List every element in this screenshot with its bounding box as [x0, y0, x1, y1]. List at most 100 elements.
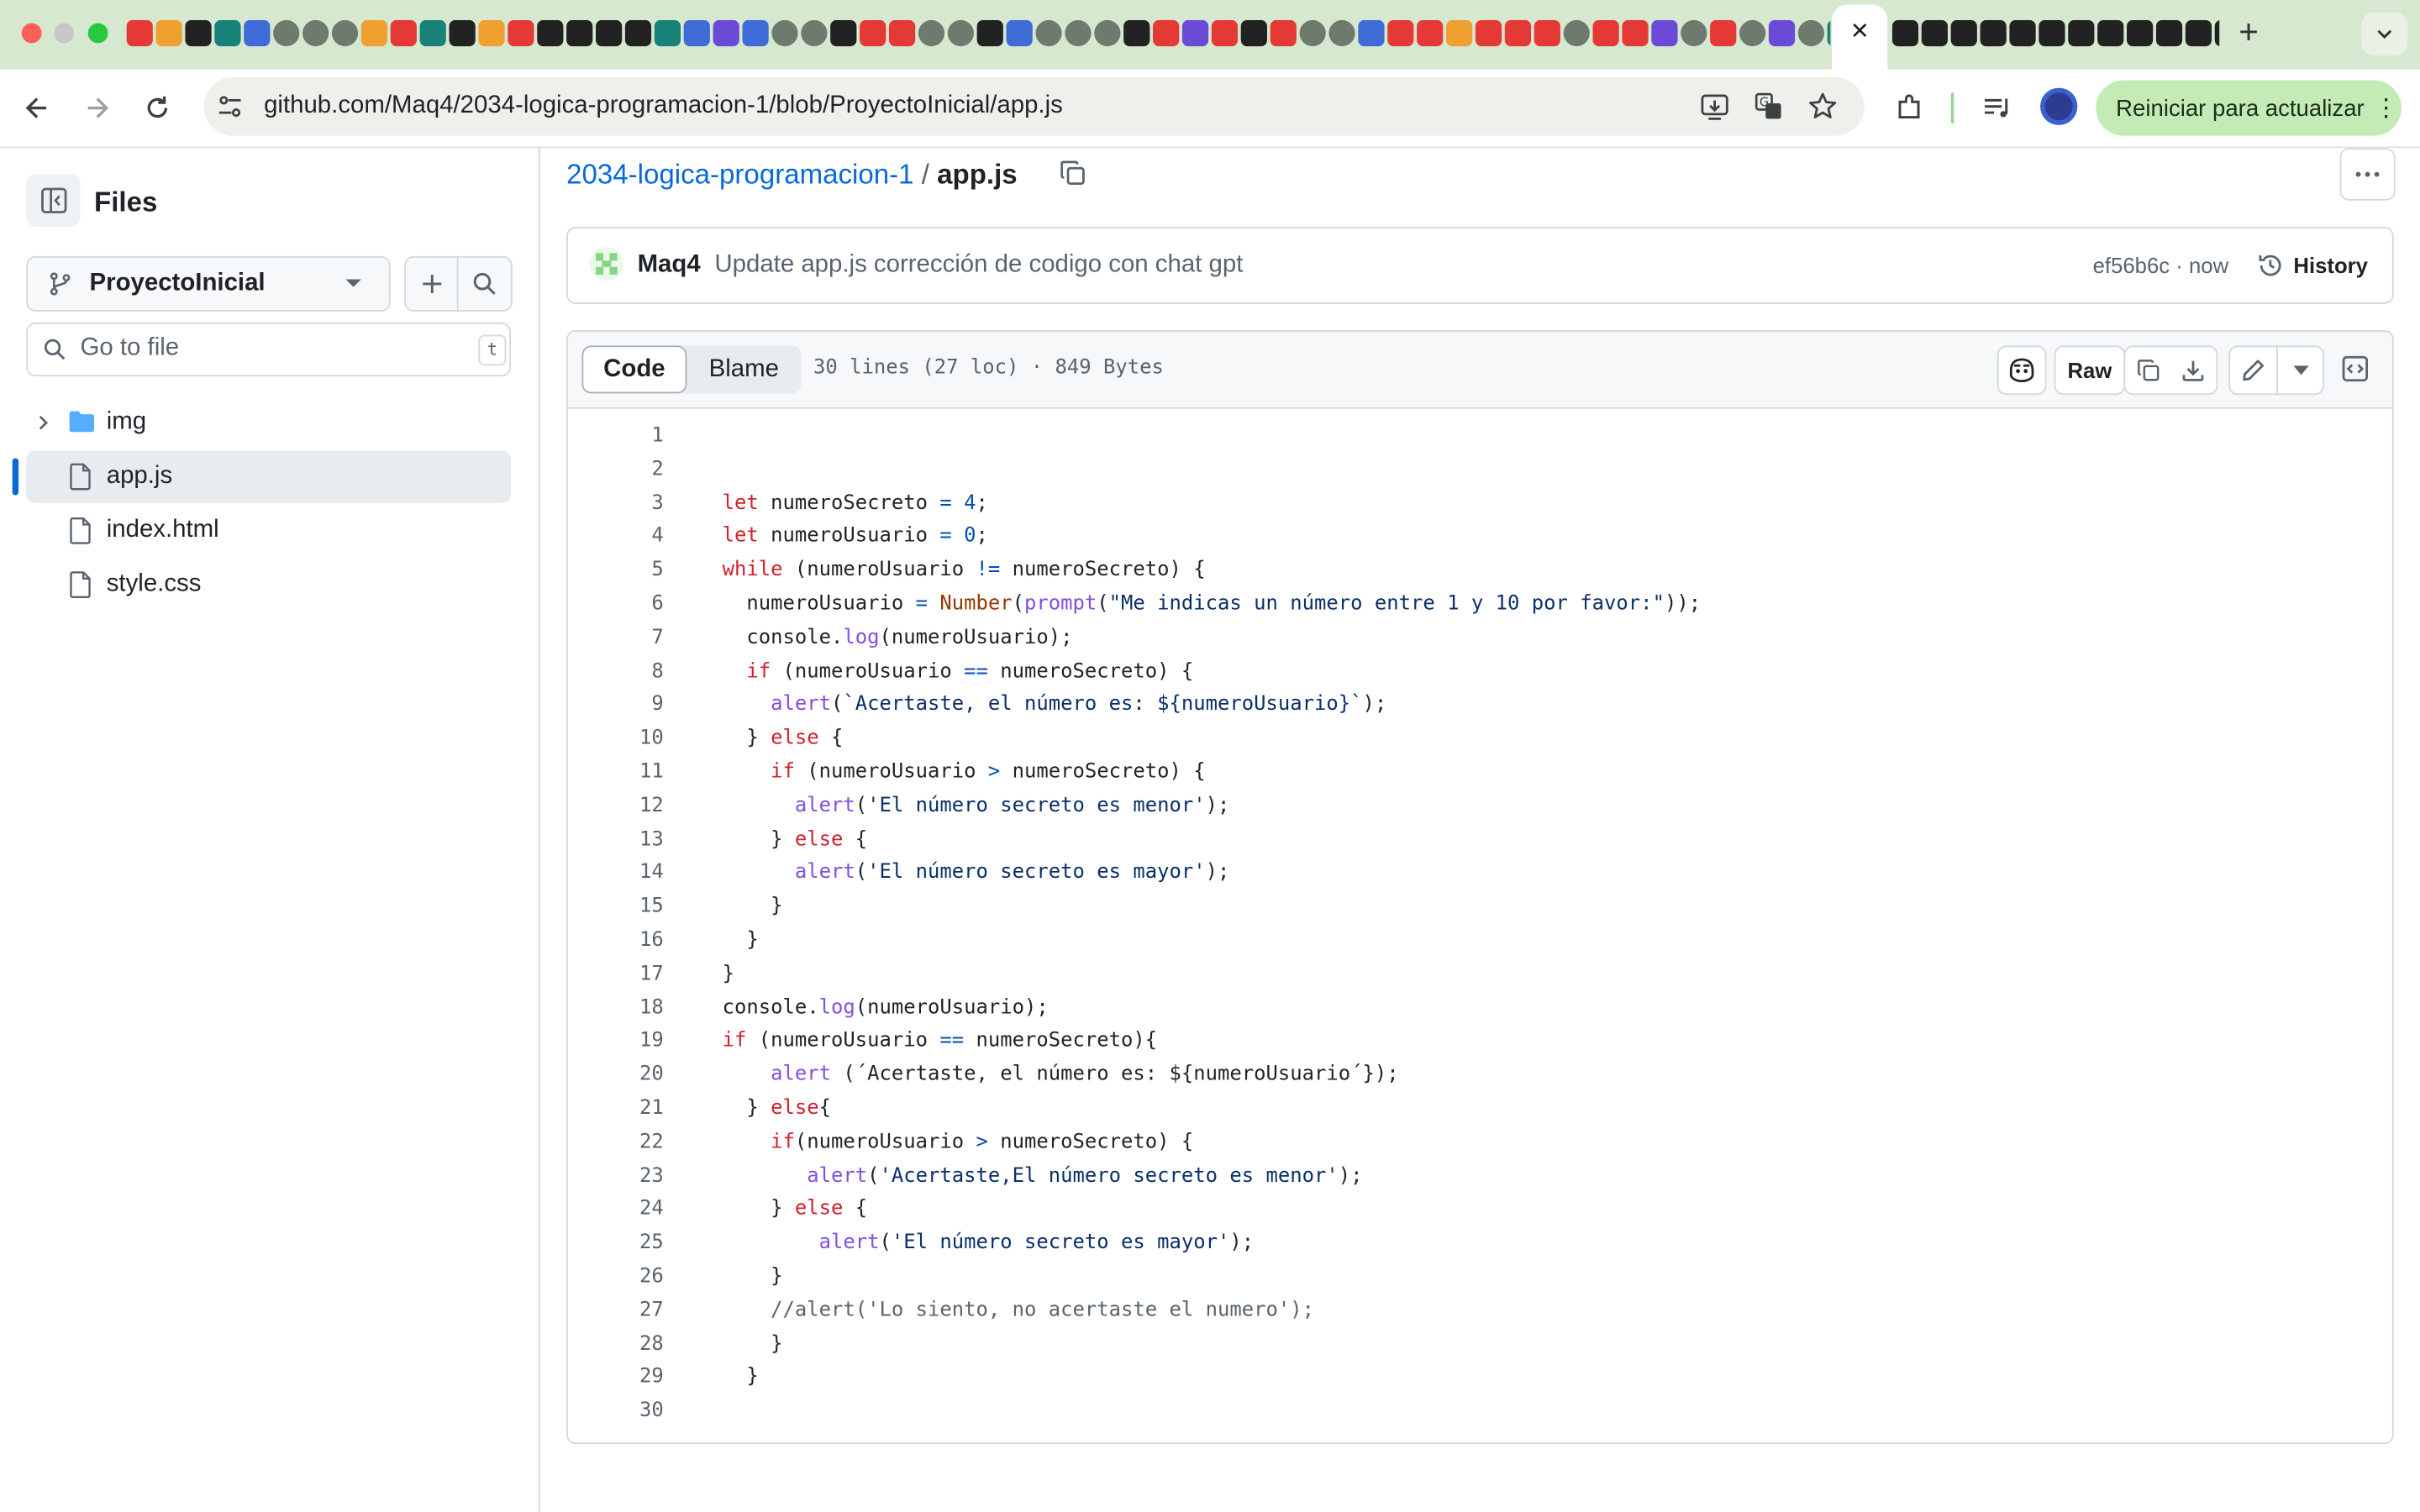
- line-number[interactable]: 3: [568, 487, 663, 521]
- tab-favicon-icon[interactable]: [1299, 19, 1326, 47]
- author-avatar[interactable]: [589, 246, 624, 281]
- go-to-file-input[interactable]: [80, 331, 451, 366]
- code-line[interactable]: 24 } else {: [568, 1194, 2392, 1227]
- tab-favicon-icon[interactable]: [830, 19, 857, 47]
- tab-favicon-icon[interactable]: [1622, 19, 1649, 47]
- tab-favicon-icon[interactable]: [302, 19, 329, 47]
- code-line[interactable]: 3 let numeroSecreto = 4;: [568, 487, 2392, 521]
- symbols-panel-button[interactable]: [2332, 345, 2378, 391]
- tab-favicon-icon[interactable]: [1446, 19, 1473, 47]
- tab-favicon-icon[interactable]: [2127, 19, 2154, 47]
- code-line[interactable]: 13 } else {: [568, 823, 2392, 857]
- code-line[interactable]: 18 console.log(numeroUsuario);: [568, 991, 2392, 1025]
- tab-favicon-icon[interactable]: [2068, 19, 2095, 47]
- line-number[interactable]: 16: [568, 924, 664, 958]
- code-line[interactable]: 14 alert('El número secreto es mayor');: [568, 857, 2392, 890]
- code-line[interactable]: 4 let numeroUsuario = 0;: [568, 521, 2392, 554]
- tab-favicon-icon[interactable]: [185, 19, 212, 47]
- code-line[interactable]: 2: [568, 454, 2392, 487]
- line-number[interactable]: 25: [568, 1227, 664, 1261]
- line-number[interactable]: 8: [568, 655, 663, 689]
- go-to-file-box[interactable]: t: [26, 322, 511, 377]
- line-number[interactable]: 15: [568, 890, 664, 924]
- tab-favicon-icon[interactable]: [449, 19, 476, 47]
- line-number[interactable]: 5: [568, 554, 663, 588]
- tab-favicon-icon[interactable]: [1797, 19, 1825, 47]
- tree-item-img-folder[interactable]: img: [26, 396, 511, 449]
- tab-favicon-icon[interactable]: [478, 19, 505, 47]
- collapse-sidebar-button[interactable]: [26, 174, 81, 227]
- line-number[interactable]: 28: [568, 1328, 664, 1362]
- tab-favicon-icon[interactable]: [1891, 19, 1919, 47]
- new-tab-button[interactable]: +: [2232, 14, 2265, 49]
- chevron-right-icon[interactable]: [34, 413, 52, 432]
- tab-favicon-icon[interactable]: [918, 19, 945, 47]
- tab-favicon-icon[interactable]: [1006, 19, 1033, 47]
- tab-favicon-icon[interactable]: [419, 19, 446, 47]
- extensions-button[interactable]: [1889, 88, 1929, 129]
- tab-favicon-icon[interactable]: [1123, 19, 1150, 47]
- tab-favicon-icon[interactable]: [976, 19, 1003, 47]
- copy-raw-button[interactable]: [2125, 347, 2171, 393]
- restart-to-update-button[interactable]: Reiniciar para actualizar ⋮: [2096, 80, 2402, 136]
- address-bar[interactable]: github.com/Maq4/2034-logica-programacion…: [203, 76, 1865, 136]
- line-number[interactable]: 9: [568, 689, 663, 722]
- line-number[interactable]: 2: [568, 454, 663, 487]
- code-line[interactable]: 16 }: [568, 924, 2392, 958]
- tab-favicon-icon[interactable]: [801, 19, 828, 47]
- tab-favicon-icon[interactable]: [1534, 19, 1560, 47]
- breadcrumb-repo-link[interactable]: 2034-logica-programacion-1: [566, 158, 913, 191]
- tab-favicon-icon[interactable]: [1153, 19, 1180, 47]
- tab-favicon-icon[interactable]: [1739, 19, 1766, 47]
- tab-favicon-icon[interactable]: [566, 19, 593, 47]
- kebab-menu-icon[interactable]: ⋮: [2374, 92, 2398, 123]
- line-number[interactable]: 30: [568, 1395, 664, 1429]
- url-text[interactable]: github.com/Maq4/2034-logica-programacion…: [264, 92, 1063, 120]
- tree-item-style-css[interactable]: style.css: [26, 559, 511, 611]
- line-number[interactable]: 6: [568, 588, 663, 622]
- tab-favicon-icon[interactable]: [508, 19, 534, 47]
- code-line[interactable]: 26 }: [568, 1261, 2392, 1294]
- tab-favicon-icon[interactable]: [888, 19, 916, 47]
- tab-favicon-icon[interactable]: [1211, 19, 1239, 47]
- forward-button[interactable]: [77, 88, 118, 129]
- code-line[interactable]: 23 alert('Acertaste,El número secreto es…: [568, 1159, 2392, 1193]
- tab-favicon-icon[interactable]: [1358, 19, 1385, 47]
- tab-favicon-icon[interactable]: [244, 19, 271, 47]
- line-number[interactable]: 21: [568, 1092, 664, 1126]
- tab-favicon-icon[interactable]: [2155, 19, 2183, 47]
- tab-favicon-icon[interactable]: [1417, 19, 1444, 47]
- tab-favicon-icon[interactable]: [1328, 19, 1355, 47]
- code-line[interactable]: 22 if(numeroUsuario > numeroSecreto) {: [568, 1126, 2392, 1159]
- tab-favicon-icon[interactable]: [360, 19, 388, 47]
- tab-favicon-icon[interactable]: [1827, 19, 1831, 47]
- tab-favicon-icon[interactable]: [2214, 19, 2220, 47]
- code-line[interactable]: 19 if (numeroUsuario == numeroSecreto){: [568, 1025, 2392, 1058]
- tab-favicon-icon[interactable]: [1387, 19, 1414, 47]
- code-line[interactable]: 12 alert('El número secreto es menor');: [568, 790, 2392, 823]
- line-number[interactable]: 13: [568, 823, 664, 857]
- tree-item-index-html[interactable]: index.html: [26, 505, 511, 557]
- line-number[interactable]: 20: [568, 1058, 664, 1092]
- tab-favicon-icon[interactable]: [947, 19, 974, 47]
- tab-search-button[interactable]: [2361, 12, 2408, 56]
- tab-favicon-icon[interactable]: [537, 19, 564, 47]
- code-line[interactable]: 5 while (numeroUsuario != numeroSecreto) …: [568, 554, 2392, 588]
- copilot-button[interactable]: [1996, 345, 2047, 396]
- minimize-window-button[interactable]: [54, 23, 75, 44]
- tab-favicon-icon[interactable]: [1651, 19, 1678, 47]
- tab-favicon-icon[interactable]: [1035, 19, 1062, 47]
- tab-favicon-icon[interactable]: [1270, 19, 1297, 47]
- code-line[interactable]: 20 alert (´Acertaste, el número es: ${nu…: [568, 1058, 2392, 1092]
- tab-favicon-icon[interactable]: [1475, 19, 1502, 47]
- tab-favicon-icon[interactable]: [126, 19, 153, 47]
- line-number[interactable]: 1: [568, 420, 663, 454]
- code-line[interactable]: 15 }: [568, 890, 2392, 924]
- tab-favicon-icon[interactable]: [1065, 19, 1092, 47]
- tab-favicon-icon[interactable]: [1592, 19, 1619, 47]
- tab-favicon-icon[interactable]: [1094, 19, 1121, 47]
- line-number[interactable]: 19: [568, 1025, 664, 1058]
- media-controls-button[interactable]: [1977, 88, 2018, 129]
- line-number[interactable]: 27: [568, 1294, 664, 1328]
- line-number[interactable]: 22: [568, 1126, 664, 1159]
